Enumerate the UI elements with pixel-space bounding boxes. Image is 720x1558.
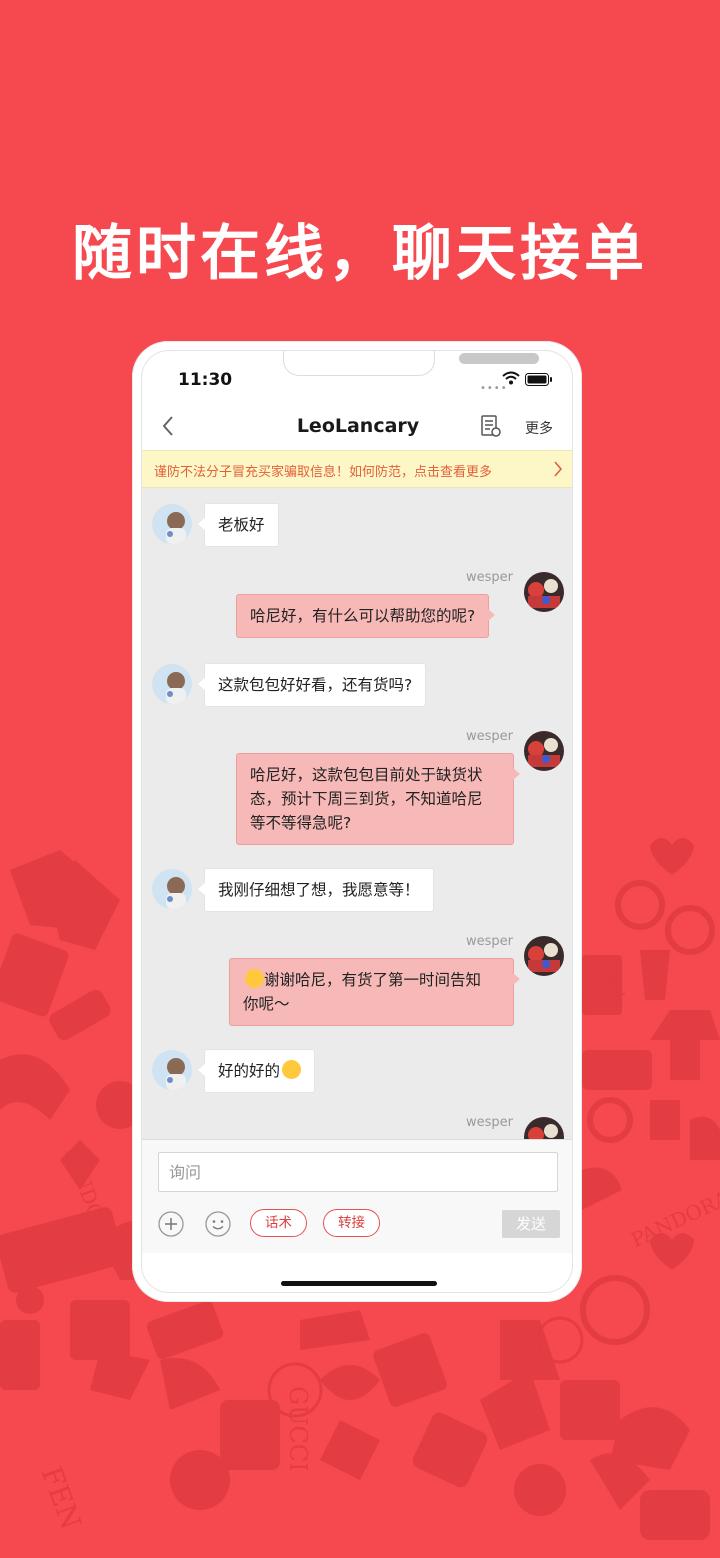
message-line: 谢谢哈尼，有货了第一时间告知 [264,971,482,989]
agent-avatar[interactable] [524,731,564,771]
message-composer: 话术 转接 发送 [142,1139,572,1253]
message-line: 态，预计下周三到货，不知道哈尼 [250,790,483,808]
battery-icon [525,373,552,386]
agent-avatar[interactable] [524,936,564,976]
message-bubble-outgoing: 谢谢哈尼，有货了第一时间告知 你呢～ [229,958,520,1026]
status-time: 11:30 [178,370,233,390]
sender-name: wesper [466,1115,513,1130]
transfer-button[interactable]: 转接 [323,1209,380,1237]
customer-avatar[interactable] [152,869,192,909]
chat-area: 老板好 wesper 哈尼好，有什么可以帮助您的呢? 这款包包好好看，还有货吗?… [142,488,572,1139]
message-line: 等不等得急呢? [250,814,352,832]
home-indicator [281,1281,437,1286]
message-line: 哈尼好，这款包包目前处于缺货状 [250,766,483,784]
heart-eyes-emoji-icon [282,1060,302,1079]
send-button[interactable]: 发送 [502,1210,560,1238]
headline: 随时在线，聊天接单 [72,219,648,289]
phone-screen: 11:30 •••• LeoLancary 更多 谨防不法分子冒充买家骗取信息！… [141,350,573,1293]
message-bubble-incoming: 这款包包好好看，还有货吗? [197,663,427,707]
nav-bar: LeoLancary 更多 [142,405,572,450]
message-bubble-incoming: 我刚仔细想了想，我愿意等！ [198,868,434,912]
svg-text:GUCCI: GUCCI [284,1386,312,1472]
emoji-face-icon[interactable] [205,1211,231,1237]
record-icon[interactable] [480,414,502,438]
warning-text: 谨防不法分子冒充买家骗取信息！如何防范，点击查看更多 [154,465,493,480]
message-text: 好的好的 [218,1062,281,1080]
message-line: 你呢～ [243,995,290,1013]
speaker-grille [459,353,539,364]
agent-avatar[interactable] [524,572,564,612]
agent-avatar[interactable] [524,1117,564,1139]
chat-title: LeoLancary [296,415,420,437]
more-button[interactable]: 更多 [525,418,553,438]
customer-avatar[interactable] [152,1050,192,1090]
svg-text:FEN: FEN [35,1462,88,1534]
phone-frame: 11:30 •••• LeoLancary 更多 谨防不法分子冒充买家骗取信息！… [132,341,582,1302]
fraud-warning-banner[interactable]: 谨防不法分子冒充买家骗取信息！如何防范，点击查看更多 [142,450,572,488]
sender-name: wesper [466,729,513,744]
phone-notch [283,351,539,376]
warning-arrow-icon [554,461,563,477]
wifi-icon [502,371,520,385]
message-bubble-incoming: 好的好的 [197,1049,316,1093]
plus-icon[interactable] [158,1211,184,1237]
sender-name: wesper [466,570,513,585]
message-bubble-outgoing: 哈尼好，这款包包目前处于缺货状 态，预计下周三到货，不知道哈尼 等不等得急呢? [236,753,520,845]
customer-avatar[interactable] [152,504,192,544]
sender-name: wesper [466,934,513,949]
message-input[interactable] [158,1152,558,1192]
script-button[interactable]: 话术 [250,1209,307,1237]
customer-avatar[interactable] [152,664,192,704]
message-bubble-incoming: 老板好 [198,503,279,547]
kiss-emoji-icon [245,969,264,988]
message-bubble-outgoing: 哈尼好，有什么可以帮助您的呢? [236,594,496,638]
